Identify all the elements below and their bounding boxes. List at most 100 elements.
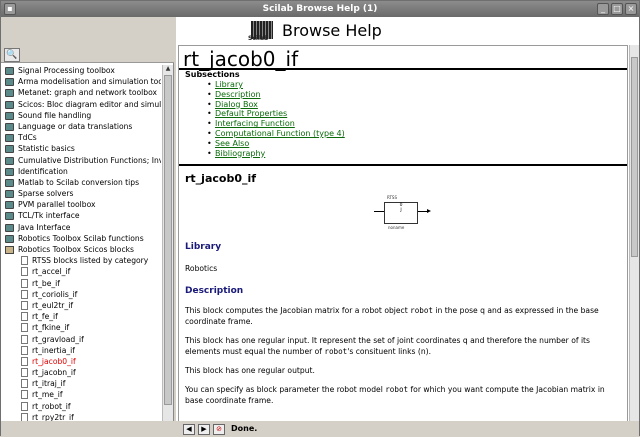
tree-item-label: rt_robot_if [32,401,71,411]
code-robot: robot [385,385,409,394]
tree-book-item[interactable]: Identification [1,166,161,177]
block-diagram: RTSS 0 J noname [374,194,434,234]
tree-item-label: Metanet: graph and network toolbox [18,88,157,98]
tree-book-item[interactable]: Sound file handling [1,110,161,121]
tree-scrollbar[interactable]: ▲ ▼ [162,65,173,437]
subsection-link[interactable]: Computational Function (type 4) [207,129,345,139]
tree-page-item[interactable]: rt_inertia_if [1,345,161,356]
tree-page-item[interactable]: rt_robot_if [1,401,161,412]
tree-page-item[interactable]: rt_jacobn_if [1,367,161,378]
content-scrollbar[interactable] [629,45,639,425]
book-icon [5,190,14,199]
tree-item-label: rt_coriolis_if [32,289,78,299]
tree-page-item[interactable]: rt_fe_if [1,311,161,322]
tree-book-item[interactable]: Statistic basics [1,143,161,154]
tree-page-item[interactable]: rt_fkine_if [1,322,161,333]
minimize-icon[interactable]: _ [597,3,609,15]
tree-book-item[interactable]: Scicos: Bloc diagram editor and simulato… [1,99,161,110]
back-arrow-icon[interactable]: ◀ [183,424,195,435]
tree-page-item[interactable]: RTSS blocks listed by category [1,255,161,266]
navigation-panel: 🔍 Signal Processing toolbox Arma modelisa… [1,17,174,437]
subsection-link[interactable]: Description [207,90,345,100]
tree-book-item[interactable]: PVM parallel toolbox [1,199,161,210]
tree-item-label: Language or data translations [18,121,133,131]
book-icon [5,145,14,154]
book-icon [5,122,14,131]
page-icon [21,312,28,322]
status-text: Done. [231,424,258,433]
block-output-port [418,209,431,213]
forward-arrow-icon[interactable]: ▶ [198,424,210,435]
tree-book-item[interactable]: TdCs [1,132,161,143]
tree-page-item[interactable]: rt_jacob0_if [1,356,161,367]
logo-word: Scilab [248,35,269,42]
search-icon[interactable]: 🔍 [4,48,20,62]
page-icon [21,334,28,344]
library-heading: Library [185,242,222,252]
page-icon [21,323,28,333]
tree-item-label: rt_fkine_if [32,323,70,333]
window-menu-icon[interactable]: ▪ [4,3,16,15]
help-page: rt_jacob0_if Subsections LibraryDescript… [178,45,628,423]
tree-item-label: rt_inertia_if [32,345,75,355]
window-title: Scilab Browse Help (1) [262,4,378,14]
tree-page-item[interactable]: rt_accel_if [1,266,161,277]
subsection-link[interactable]: Dialog Box [207,100,345,110]
book-icon [5,178,14,187]
subsection-link[interactable]: Bibliography [207,149,345,159]
subsections-label: Subsections [185,70,240,79]
maximize-icon[interactable]: □ [611,3,623,15]
tree-book-item[interactable]: Java Interface [1,222,161,233]
content-scroll-thumb[interactable] [631,57,638,257]
page-icon [21,368,28,378]
description-paragraph-1: This block computes the Jacobian matrix … [185,306,625,327]
subsection-link[interactable]: Interfacing Function [207,119,345,129]
tree-page-item[interactable]: rt_me_if [1,389,161,400]
subsection-link[interactable]: See Also [207,139,345,149]
tree-item-label: Cumulative Distribution Functions; Inver… [18,155,161,165]
tree-book-item[interactable]: Matlab to Scilab conversion tips [1,177,161,188]
tree-item-label: rt_eul2tr_if [32,300,74,310]
tree-book-item[interactable]: Signal Processing toolbox [1,65,161,76]
tree-item-label: Identification [18,166,68,176]
divider [179,68,627,70]
help-browser-window: ▪ Scilab Browse Help (1) _ □ × 🔍 Signal … [0,0,640,437]
page-icon [21,289,28,299]
block-bottom-label: noname [388,225,405,230]
tree-item-label: Matlab to Scilab conversion tips [18,177,140,187]
stop-icon[interactable]: ⊘ [213,424,225,435]
tree-book-item[interactable]: Robotics Toolbox Scicos blocks [1,244,161,255]
book-icon [5,223,14,232]
tree-item-label: rt_accel_if [32,267,71,277]
tree-book-item[interactable]: Sparse solvers [1,188,161,199]
book-icon [5,234,14,243]
tree-item-label: Robotics Toolbox Scicos blocks [18,245,134,254]
tree-book-item[interactable]: TCL/Tk interface [1,210,161,221]
tree-item-label: Java Interface [18,222,71,232]
tree-page-item[interactable]: rt_coriolis_if [1,289,161,300]
tree-book-item[interactable]: Metanet: graph and network toolbox [1,87,161,98]
tree-scroll-thumb[interactable] [164,75,172,405]
tree-page-item[interactable]: rt_gravload_if [1,334,161,345]
book-icon [5,134,14,143]
tree-book-item[interactable]: Cumulative Distribution Functions; Inver… [1,155,161,166]
block-box: 0 J [384,202,418,224]
tree-book-item[interactable]: Robotics Toolbox Scilab functions [1,233,161,244]
subsection-link[interactable]: Library [207,80,345,90]
close-icon[interactable]: × [625,3,637,15]
page-icon [21,300,28,310]
block-value-mid: J [400,208,402,213]
tree-item-label: Sound file handling [18,110,92,120]
tree-page-item[interactable]: rt_be_if [1,278,161,289]
tree-book-item[interactable]: Language or data translations [1,121,161,132]
page-icon [21,256,28,266]
code-robot: robot [324,346,348,356]
tree-page-item[interactable]: rt_eul2tr_if [1,300,161,311]
tree-book-item[interactable]: Arma modelisation and simulation toolbox [1,76,161,87]
scroll-up-icon[interactable]: ▲ [164,65,172,73]
content-panel: Scilab Browse Help rt_jacob0_if Subsecti… [176,17,639,437]
page-icon [21,390,28,400]
tree-page-item[interactable]: rt_itraj_if [1,378,161,389]
page-icon [21,345,28,355]
subsection-link[interactable]: Default Properties [207,109,345,119]
